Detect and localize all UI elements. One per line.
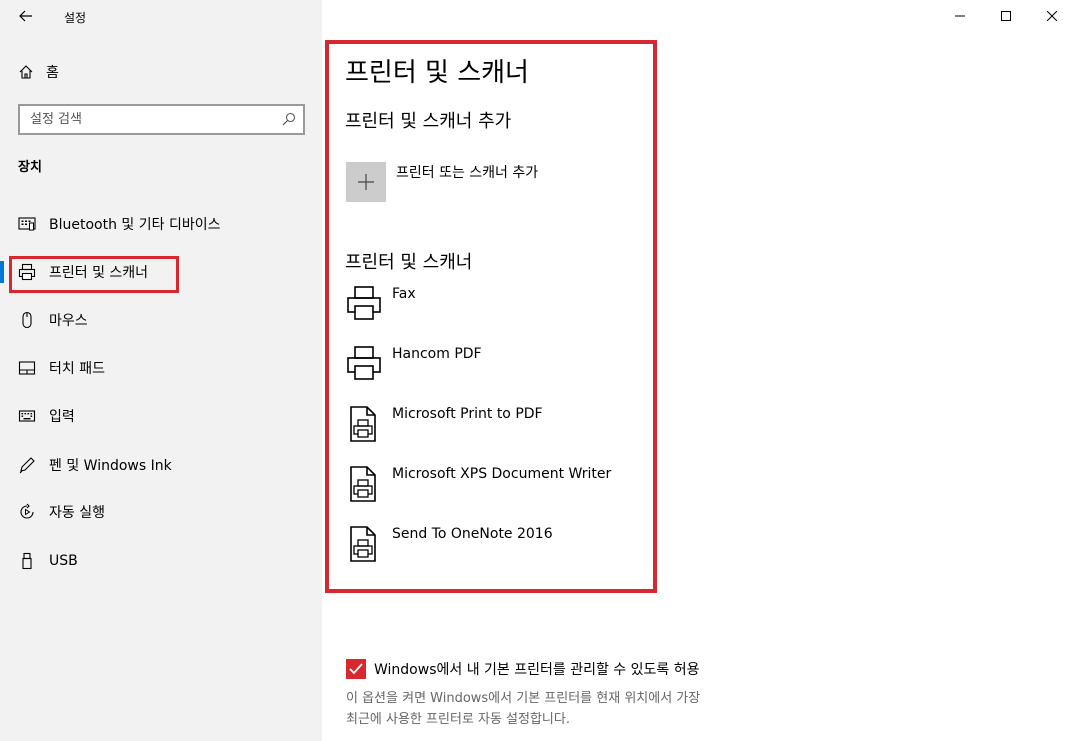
sidebar-item-label: 자동 실행: [49, 505, 105, 521]
back-arrow-icon: [19, 10, 32, 22]
page-title: 프린터 및 스캐너: [345, 58, 529, 88]
sidebar-item-touchpad[interactable]: 터치 패드: [0, 350, 322, 386]
default-printer-description: 이 옵션을 켜면 Windows에서 기본 프린터를 현재 위치에서 가장 최근…: [346, 688, 816, 730]
default-printer-checkbox-label: Windows에서 내 기본 프린터를 관리할 수 있도록 허용: [374, 662, 700, 678]
active-item-highlight-box: [9, 256, 179, 293]
printer-item-fax[interactable]: Fax: [346, 285, 646, 325]
document-printer-icon: [350, 526, 376, 562]
default-printer-checkbox[interactable]: [346, 659, 366, 679]
printer-name: Fax: [392, 286, 416, 302]
home-label: 홈: [46, 65, 59, 81]
default-printer-option[interactable]: Windows에서 내 기본 프린터를 관리할 수 있도록 허용: [346, 658, 700, 680]
minimize-icon: [955, 15, 965, 17]
printer-item-hancom-pdf[interactable]: Hancom PDF: [346, 345, 646, 385]
search-box[interactable]: [18, 104, 305, 135]
window-controls: [937, 0, 1075, 32]
touchpad-icon: [18, 359, 36, 377]
add-printer-label[interactable]: 프린터 또는 스캐너 추가: [396, 162, 538, 182]
sidebar: 설정 홈 장치 Bluetooth 및 기타 디바이스 프린터 및 스캐너 마우…: [0, 0, 322, 741]
close-button[interactable]: [1029, 0, 1075, 32]
search-input[interactable]: [20, 106, 275, 133]
printer-item-ms-print-to-pdf[interactable]: Microsoft Print to PDF: [346, 405, 646, 445]
back-button[interactable]: [12, 4, 40, 28]
minimize-button[interactable]: [937, 0, 983, 32]
printer-name: Microsoft XPS Document Writer: [392, 466, 612, 482]
printer-list-title: 프린터 및 스캐너: [345, 252, 473, 273]
close-icon: [1047, 11, 1057, 21]
maximize-icon: [1001, 11, 1011, 21]
plus-icon: [358, 174, 374, 190]
add-printer-button[interactable]: [346, 162, 386, 202]
sidebar-item-mouse[interactable]: 마우스: [0, 302, 322, 338]
sidebar-item-label: 터치 패드: [49, 361, 105, 377]
printer-name: Microsoft Print to PDF: [392, 406, 543, 422]
printer-icon: [347, 286, 381, 320]
printer-name: Hancom PDF: [392, 346, 482, 362]
search-icon: [282, 112, 296, 126]
sidebar-item-label: USB: [49, 553, 78, 569]
printer-item-send-to-onenote[interactable]: Send To OneNote 2016: [346, 525, 646, 565]
description-line: 이 옵션을 켜면 Windows에서 기본 프린터를 현재 위치에서 가장: [346, 691, 701, 706]
sidebar-item-autoplay[interactable]: 자동 실행: [0, 494, 322, 530]
printer-icon: [347, 346, 381, 380]
sidebar-item-usb[interactable]: USB: [0, 543, 322, 579]
usb-icon: [18, 552, 36, 570]
mouse-icon: [18, 311, 36, 329]
sidebar-item-pen[interactable]: 펜 및 Windows Ink: [0, 447, 322, 483]
active-indicator: [0, 261, 4, 283]
section-label: 장치: [18, 160, 42, 175]
add-section-title: 프린터 및 스캐너 추가: [345, 111, 512, 132]
sidebar-item-label: 펜 및 Windows Ink: [49, 458, 172, 474]
pen-icon: [18, 456, 36, 474]
sidebar-item-label: 마우스: [49, 313, 88, 329]
sidebar-item-label: 입력: [49, 409, 75, 425]
sidebar-item-label: Bluetooth 및 기타 디바이스: [49, 217, 221, 233]
autoplay-icon: [18, 503, 36, 521]
document-printer-icon: [350, 406, 376, 442]
home-icon: [19, 65, 33, 79]
description-line: 최근에 사용한 프린터로 자동 설정합니다.: [346, 712, 570, 727]
bluetooth-devices-icon: [18, 215, 36, 233]
app-title: 설정: [64, 11, 87, 25]
keyboard-icon: [18, 407, 36, 425]
checkmark-icon: [349, 663, 363, 675]
sidebar-item-typing[interactable]: 입력: [0, 398, 322, 434]
printer-name: Send To OneNote 2016: [392, 526, 553, 542]
sidebar-item-bluetooth[interactable]: Bluetooth 및 기타 디바이스: [0, 206, 322, 242]
maximize-button[interactable]: [983, 0, 1029, 32]
sidebar-item-home[interactable]: 홈: [18, 61, 59, 83]
document-printer-icon: [350, 466, 376, 502]
printer-item-ms-xps-writer[interactable]: Microsoft XPS Document Writer: [346, 465, 646, 505]
